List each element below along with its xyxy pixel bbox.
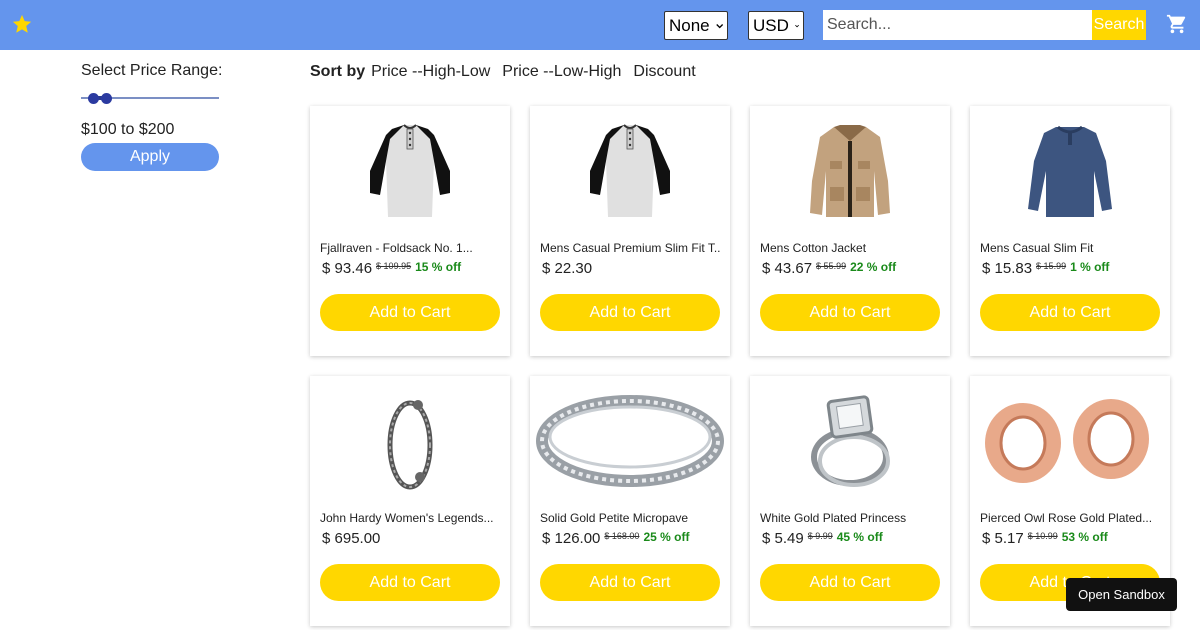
product-old-price: $ 15.99	[1036, 261, 1067, 271]
top-navbar: None USD Search	[0, 0, 1200, 50]
price-range-text: $100 to $200	[81, 121, 175, 138]
price-row: $ 22.30	[542, 260, 592, 277]
sort-discount[interactable]: Discount	[633, 63, 695, 81]
jacket-icon	[810, 125, 890, 217]
search-button[interactable]: Search	[1092, 10, 1146, 40]
product-discount: 1 % off	[1070, 260, 1110, 274]
product-discount: 25 % off	[643, 530, 690, 544]
product-price: $ 15.83	[982, 260, 1033, 277]
star-icon[interactable]	[11, 13, 33, 35]
add-to-cart-button[interactable]: Add to Cart	[320, 564, 500, 601]
product-name[interactable]: Mens Casual Slim Fit	[980, 241, 1160, 255]
price-row: $ 43.67 $ 55.99 22 % off	[762, 260, 896, 277]
product-image[interactable]	[310, 386, 510, 496]
ring-icon	[536, 395, 724, 487]
cart-icon[interactable]	[1166, 13, 1188, 35]
sort-label: Sort by	[310, 63, 366, 80]
add-to-cart-button[interactable]: Add to Cart	[540, 294, 720, 331]
product-name[interactable]: Pierced Owl Rose Gold Plated...	[980, 511, 1160, 525]
product-price: $ 93.46	[322, 260, 373, 277]
add-to-cart-button[interactable]: Add to Cart	[320, 294, 500, 331]
slider-min-handle[interactable]	[88, 93, 99, 104]
product-old-price: $ 168.00	[604, 531, 640, 541]
product-card[interactable]: John Hardy Women's Legends... $ 695.00 A…	[310, 376, 510, 626]
add-to-cart-button[interactable]: Add to Cart	[540, 564, 720, 601]
product-image[interactable]	[530, 116, 730, 226]
product-old-price: $ 109.95	[376, 261, 412, 271]
product-old-price: $ 55.99	[816, 261, 847, 271]
slider-max-handle[interactable]	[101, 93, 112, 104]
apply-button[interactable]: Apply	[81, 143, 219, 171]
search-input[interactable]	[823, 10, 1092, 40]
chevron-down-icon	[795, 24, 799, 27]
product-price: $ 5.17	[982, 530, 1024, 547]
price-row: $ 15.83 $ 15.99 1 % off	[982, 260, 1109, 277]
open-sandbox-button[interactable]: Open Sandbox	[1066, 578, 1177, 611]
product-discount: 15 % off	[415, 260, 462, 274]
price-range-slider[interactable]	[81, 90, 219, 106]
long-sleeve-shirt-icon	[1028, 125, 1112, 217]
product-image[interactable]	[970, 386, 1170, 496]
product-name[interactable]: Mens Cotton Jacket	[760, 241, 940, 255]
product-card[interactable]: Mens Cotton Jacket $ 43.67 $ 55.99 22 % …	[750, 106, 950, 356]
bracelet-icon	[387, 400, 433, 490]
currency-select-value: USD	[753, 15, 789, 35]
product-image[interactable]	[530, 386, 730, 496]
price-row: $ 695.00	[322, 530, 380, 547]
product-image[interactable]	[750, 386, 950, 496]
product-card[interactable]: Solid Gold Petite Micropave $ 126.00 $ 1…	[530, 376, 730, 626]
ear-plug-icon	[985, 399, 1149, 483]
product-discount: 53 % off	[1061, 530, 1108, 544]
product-name[interactable]: Mens Casual Premium Slim Fit T...	[540, 241, 720, 255]
sort-bar: Sort by Price --High-Low Price --Low-Hig…	[310, 63, 708, 81]
product-old-price: $ 10.99	[1027, 531, 1058, 541]
product-card[interactable]: Mens Casual Premium Slim Fit T... $ 22.3…	[530, 106, 730, 356]
product-image[interactable]	[970, 116, 1170, 226]
raglan-shirt-icon	[590, 124, 670, 217]
product-name[interactable]: Fjallraven - Foldsack No. 1...	[320, 241, 500, 255]
sort-price-high-low[interactable]: Price --High-Low	[371, 63, 490, 81]
add-to-cart-button[interactable]: Add to Cart	[980, 294, 1160, 331]
price-row: $ 126.00 $ 168.00 25 % off	[542, 530, 689, 547]
chevron-down-icon	[715, 23, 723, 28]
product-image[interactable]	[750, 116, 950, 226]
add-to-cart-button[interactable]: Add to Cart	[760, 564, 940, 601]
product-price: $ 22.30	[542, 260, 593, 277]
price-row: $ 93.46 $ 109.95 15 % off	[322, 260, 461, 277]
product-price: $ 5.49	[762, 530, 804, 547]
currency-select[interactable]: USD	[748, 11, 804, 40]
language-select-value: None	[669, 15, 710, 35]
product-name[interactable]: White Gold Plated Princess	[760, 511, 940, 525]
language-select[interactable]: None	[664, 11, 728, 40]
raglan-shirt-icon	[370, 124, 450, 217]
price-row: $ 5.17 $ 10.99 53 % off	[982, 530, 1108, 547]
add-to-cart-button[interactable]: Add to Cart	[760, 294, 940, 331]
price-range-title: Select Price Range:	[81, 62, 223, 79]
product-name[interactable]: John Hardy Women's Legends...	[320, 511, 500, 525]
product-card[interactable]: Fjallraven - Foldsack No. 1... $ 93.46 $…	[310, 106, 510, 356]
sort-price-low-high[interactable]: Price --Low-High	[502, 63, 621, 81]
product-name[interactable]: Solid Gold Petite Micropave	[540, 511, 720, 525]
product-price: $ 126.00	[542, 530, 601, 547]
price-row: $ 5.49 $ 9.99 45 % off	[762, 530, 883, 547]
product-card[interactable]: Mens Casual Slim Fit $ 15.83 $ 15.99 1 %…	[970, 106, 1170, 356]
product-old-price: $ 9.99	[807, 531, 833, 541]
ring-icon	[811, 395, 890, 487]
product-discount: 22 % off	[850, 260, 897, 274]
product-price: $ 43.67	[762, 260, 813, 277]
product-discount: 45 % off	[836, 530, 883, 544]
product-card[interactable]: White Gold Plated Princess $ 5.49 $ 9.99…	[750, 376, 950, 626]
product-price: $ 695.00	[322, 530, 381, 547]
product-image[interactable]	[310, 116, 510, 226]
